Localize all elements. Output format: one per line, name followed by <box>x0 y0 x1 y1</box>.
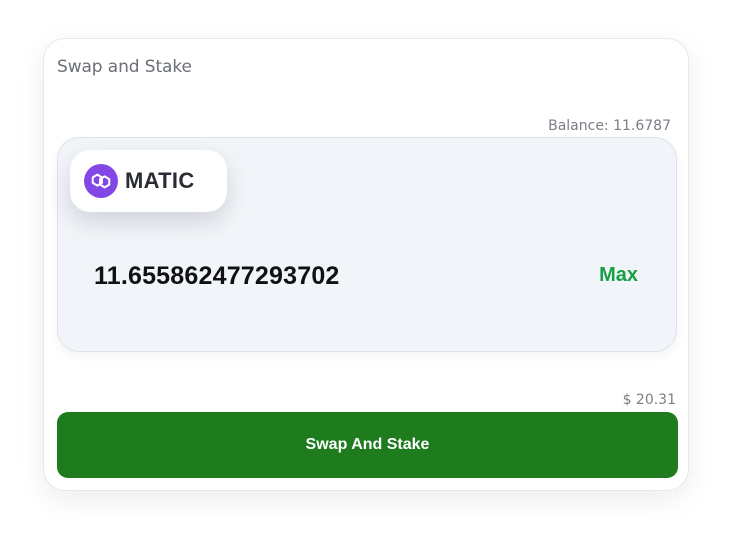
amount-input[interactable] <box>94 258 554 294</box>
usd-value: $ 20.31 <box>622 392 676 408</box>
swap-stake-card: Swap and Stake Balance: 11.6787 MATIC Ma… <box>43 38 689 491</box>
swap-and-stake-button[interactable]: Swap And Stake <box>57 412 678 478</box>
polygon-matic-icon <box>84 164 118 198</box>
max-button[interactable]: Max <box>599 264 638 287</box>
balance-label: Balance: 11.6787 <box>548 118 671 134</box>
token-selector[interactable]: MATIC <box>70 150 227 212</box>
token-symbol: MATIC <box>125 168 195 193</box>
token-input-panel: MATIC Max <box>57 137 677 352</box>
card-title: Swap and Stake <box>57 57 192 77</box>
